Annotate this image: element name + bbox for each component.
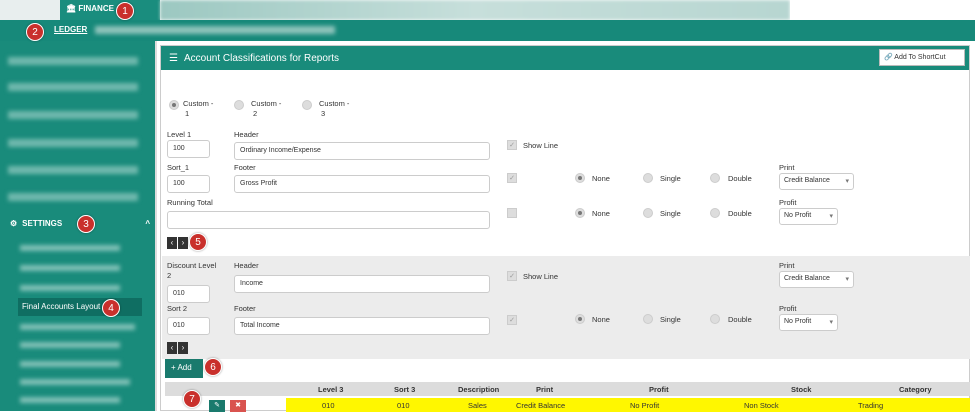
sidebar-subitem[interactable]: [20, 397, 120, 403]
none-radio[interactable]: [575, 314, 585, 324]
sidebar-item-final-accounts-layout[interactable]: Final Accounts Layout: [18, 298, 142, 316]
print-label: Print: [779, 163, 795, 172]
table-header: Level 3 Sort 3 Description Print Profit …: [165, 382, 970, 396]
custom-2-radio[interactable]: [234, 100, 244, 110]
annotation-badge: 4: [102, 299, 120, 317]
logo-area: [0, 0, 60, 20]
sort1-input[interactable]: 100: [167, 175, 210, 193]
top-bar: 🏛 FINANCE: [0, 0, 975, 20]
none-radio[interactable]: [575, 173, 585, 183]
print-label-2: Print: [779, 261, 795, 270]
panel-header: ☰ Account Classifications for Reports: [161, 46, 969, 70]
plus-icon: +: [171, 363, 176, 372]
custom-3-label: Custom -: [319, 99, 350, 108]
profit-select-2[interactable]: No Profit: [779, 314, 838, 331]
footer-label-2: Footer: [234, 304, 256, 313]
next-button[interactable]: ›: [178, 237, 188, 249]
footer-input-2[interactable]: Total Income: [234, 317, 490, 335]
sort2-input[interactable]: 010: [167, 317, 210, 335]
sidebar-subitem[interactable]: [20, 361, 120, 367]
sidebar-subitem[interactable]: [20, 342, 120, 348]
level1-label: Level 1: [167, 130, 192, 139]
other-tabs-blurred: [160, 0, 790, 20]
double-radio[interactable]: [710, 208, 720, 218]
prev-button[interactable]: ‹: [167, 237, 177, 249]
annotation-badge: 3: [77, 215, 95, 233]
sidebar-item[interactable]: [8, 193, 138, 201]
footer-input[interactable]: Gross Profit: [234, 175, 490, 193]
running-total-checkbox[interactable]: [507, 208, 517, 218]
custom-2-label: Custom -: [251, 99, 282, 108]
footer-checkbox[interactable]: ✓: [507, 173, 517, 183]
main-panel: ☰ Account Classifications for Reports 🔗 …: [160, 45, 970, 412]
sidebar-item[interactable]: [8, 139, 138, 147]
print-select[interactable]: Credit Balance: [779, 173, 854, 190]
sidebar-item[interactable]: [8, 166, 138, 174]
sidebar-subitem[interactable]: [20, 379, 130, 385]
annotation-badge: 1: [116, 2, 134, 20]
sidebar-subitem[interactable]: [20, 324, 135, 330]
edit-icon[interactable]: ✎: [209, 400, 225, 412]
gears-icon: ⚙: [10, 219, 18, 228]
profit-label: Profit: [779, 198, 797, 207]
profit-select[interactable]: No Profit: [779, 208, 838, 225]
header-label: Header: [234, 130, 259, 139]
tab-ledger[interactable]: LEDGER: [54, 25, 87, 34]
show-line-checkbox[interactable]: ✓: [507, 140, 517, 150]
sidebar-item[interactable]: [8, 111, 138, 119]
tab-finance[interactable]: 🏛 FINANCE: [60, 0, 160, 20]
sub-nav-bar: LEDGER: [0, 20, 975, 41]
link-icon: 🔗: [884, 54, 893, 61]
level1-input[interactable]: 100: [167, 140, 210, 158]
header-input-2[interactable]: Income: [234, 275, 490, 293]
annotation-badge: 6: [204, 358, 222, 376]
settings-label: SETTINGS: [22, 219, 63, 228]
page-title: Account Classifications for Reports: [183, 52, 340, 64]
running-total-label: Running Total: [167, 198, 213, 207]
annotation-badge: 2: [26, 23, 44, 41]
double-radio[interactable]: [710, 173, 720, 183]
add-to-shortcut-button[interactable]: 🔗 Add To ShortCut: [879, 49, 965, 66]
show-line-checkbox-2[interactable]: ✓: [507, 271, 517, 281]
annotation-badge: 5: [189, 233, 207, 251]
running-total-input[interactable]: [167, 211, 490, 229]
sidebar-subitem[interactable]: [20, 245, 120, 251]
single-radio[interactable]: [643, 208, 653, 218]
footer-checkbox-2[interactable]: ✓: [507, 315, 517, 325]
profit-label-2: Profit: [779, 304, 797, 313]
sort1-label: Sort_1: [167, 163, 190, 172]
chevron-up-icon: ^: [145, 219, 150, 228]
header-input[interactable]: Ordinary Income/Expense: [234, 142, 490, 160]
custom-1-label: Custom -: [183, 99, 214, 108]
sidebar-item[interactable]: [8, 57, 138, 65]
tab-finance-label: FINANCE: [78, 4, 114, 13]
menu-icon[interactable]: ☰: [169, 53, 178, 64]
footer-label: Footer: [234, 163, 256, 172]
custom-1-radio[interactable]: [169, 100, 179, 110]
show-line-label: Show Line: [523, 141, 559, 150]
custom-3-radio[interactable]: [302, 100, 312, 110]
sidebar-subitem[interactable]: [20, 285, 120, 291]
none-radio[interactable]: [575, 208, 585, 218]
prev-button-2[interactable]: ‹: [167, 342, 177, 354]
discount-level-label: Discount Level: [167, 261, 217, 270]
single-radio[interactable]: [643, 314, 653, 324]
single-radio[interactable]: [643, 173, 653, 183]
bank-icon: 🏛: [66, 4, 77, 13]
table-row[interactable]: 010 010 Sales Credit Balance No Profit N…: [286, 398, 970, 412]
other-subtabs-blurred: [95, 26, 335, 34]
header-label-2: Header: [234, 261, 259, 270]
level2-input[interactable]: 010: [167, 285, 210, 303]
double-radio[interactable]: [710, 314, 720, 324]
delete-icon[interactable]: ✖: [230, 400, 246, 412]
next-button-2[interactable]: ›: [178, 342, 188, 354]
annotation-badge: 7: [183, 390, 201, 408]
sort2-label: Sort 2: [167, 304, 188, 313]
sidebar-subitem[interactable]: [20, 265, 120, 271]
sidebar-item[interactable]: [8, 83, 138, 91]
add-button[interactable]: + Add: [165, 359, 203, 378]
print-select-2[interactable]: Credit Balance: [779, 271, 854, 288]
